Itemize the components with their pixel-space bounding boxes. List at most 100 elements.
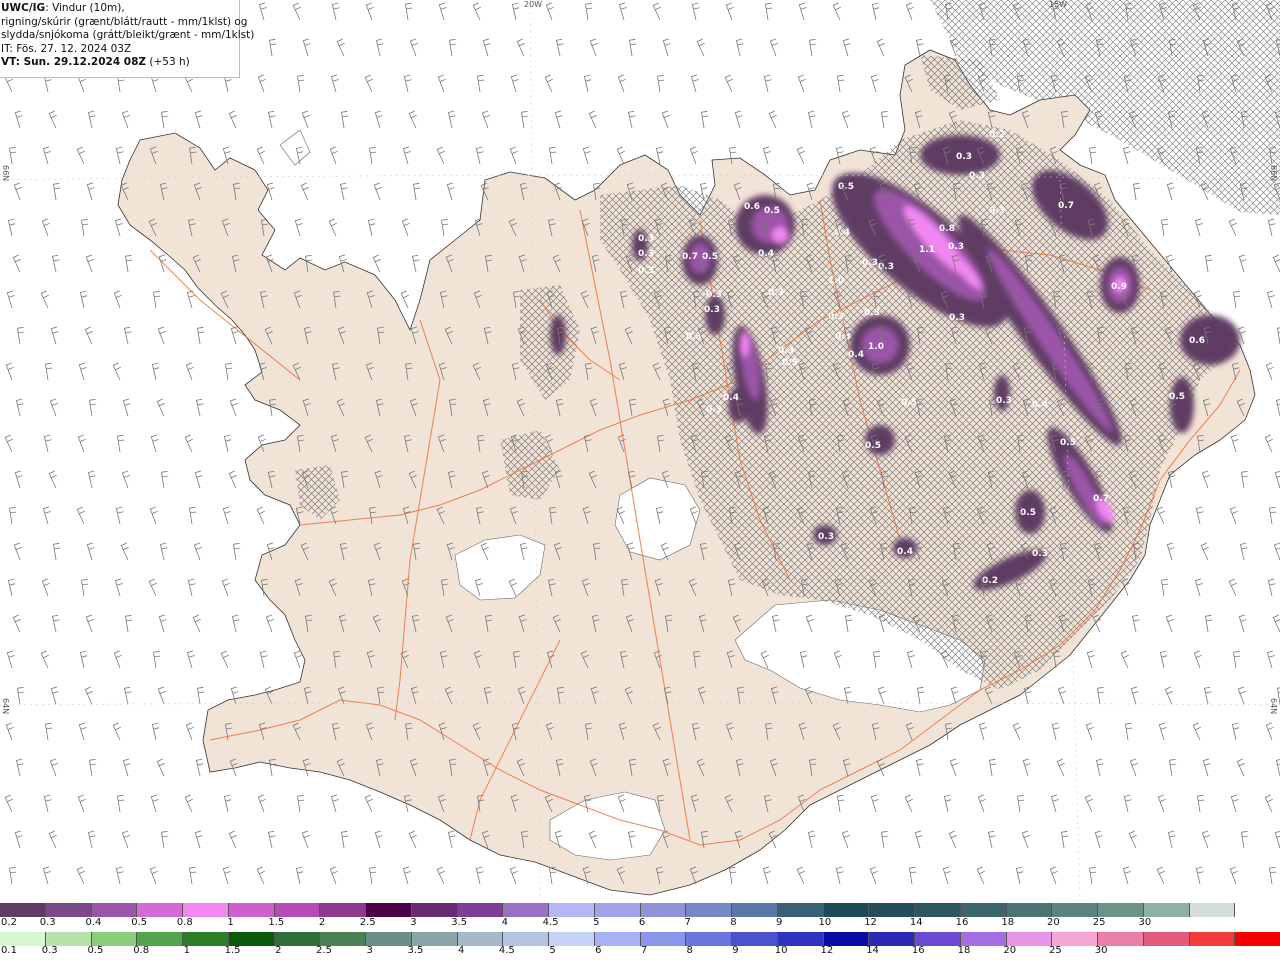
rain-swatch: [366, 932, 412, 946]
rain-label: 0.3: [41, 945, 58, 956]
snow-value-label: 1.0: [868, 342, 884, 352]
snow-value-label: 0.3: [1032, 549, 1048, 559]
snow-value-label: 0.6: [1189, 336, 1205, 346]
snow-swatch: [549, 903, 595, 917]
lat-label-66n-right: 66N: [1269, 165, 1278, 182]
rain-label: 8: [686, 945, 693, 956]
snow-value-label: 0.4: [758, 249, 774, 259]
snow-value-label: 0.6: [744, 202, 760, 212]
snow-value-label: 0.2: [989, 130, 1005, 140]
header-line3: slydda/snjókoma (grátt/bleikt/grænt - mm…: [1, 29, 255, 41]
snow-value-label: 0.4: [834, 228, 850, 238]
snow-swatch: [915, 903, 961, 917]
snow-value-label: 1.1: [919, 245, 935, 255]
snow-label: 6: [638, 917, 646, 928]
rain-label: 25: [1049, 945, 1062, 956]
snow-swatch: [503, 903, 549, 917]
snow-swatch: [411, 903, 458, 917]
snow-label: 25: [1092, 917, 1106, 928]
snow-label: 0.5: [131, 917, 148, 928]
init-time: IT: Fös. 27. 12. 2024 03Z: [1, 42, 132, 55]
snow-value-label: 0.3: [864, 308, 880, 318]
lat-label-66n-left: 66N: [1, 165, 10, 182]
rain-swatch: [594, 932, 641, 946]
snow-value-label: 0.3: [949, 313, 965, 323]
snow-value-label: 0.3: [706, 405, 722, 415]
snow-label: 10: [818, 917, 832, 928]
rain-swatch: [1098, 932, 1144, 946]
lon-label-15w: 15W: [1049, 0, 1068, 9]
rain-label: 7: [640, 945, 648, 956]
rain-swatch: [869, 932, 915, 946]
rain-swatch: [1235, 932, 1280, 946]
snow-value-label: 0.7: [1093, 494, 1109, 504]
rain-swatch: [777, 932, 824, 946]
lat-label-64n-right: 64N: [1269, 698, 1278, 715]
snow-label: 7: [684, 917, 691, 928]
snow-value-label: 0.5: [782, 358, 798, 368]
snow-value-label: 0.3: [706, 290, 722, 300]
rain-label: 3.5: [407, 945, 424, 956]
snow-value-label: 0.9: [1111, 282, 1127, 292]
rain-label: 2: [275, 945, 282, 956]
snow-value-label: 0.3: [704, 305, 720, 315]
forecast-hour: (+53 h): [146, 56, 190, 68]
map-header: UWC/IG: Vindur (10m), rigning/skúrir (gr…: [0, 0, 255, 78]
snow-value-label: 0.3: [862, 258, 878, 268]
rain-swatch: [1143, 932, 1190, 946]
snow-value-label: 0.4: [848, 350, 864, 360]
snow-swatch: [777, 903, 824, 917]
rain-swatch: [1052, 932, 1098, 946]
rain-label: 10: [774, 945, 788, 956]
header-line1: : Vindur (10m),: [45, 2, 125, 14]
snow-swatch: [869, 903, 915, 917]
snow-label: 4: [501, 917, 509, 928]
snow-color-scale: [0, 903, 1280, 917]
rain-swatch: [457, 932, 504, 946]
snow-swatch: [1098, 903, 1144, 917]
snow-swatch: [686, 903, 732, 917]
rain-color-scale: [0, 932, 1280, 946]
snow-label: 2: [318, 917, 326, 928]
snow-value-label: 0.3: [778, 346, 794, 356]
snow-value-label: 0.3: [948, 242, 964, 252]
rain-swatch: [411, 932, 458, 946]
snow-value-label: 0.7: [682, 252, 698, 262]
snow-value-label: 0.3: [996, 396, 1012, 406]
rain-label: 14: [866, 945, 879, 956]
rain-swatch: [274, 932, 321, 946]
snow-label: 20: [1047, 917, 1060, 928]
snow-value-label: 0.3: [835, 332, 851, 342]
snow-swatch: [320, 903, 366, 917]
rain-label: 6: [595, 945, 602, 956]
rain-label: 1: [183, 945, 191, 956]
lat-label-64n-left: 64N: [1, 698, 10, 715]
snow-swatch: [91, 903, 138, 917]
rain-swatch: [549, 932, 595, 946]
snow-swatch: [1143, 903, 1190, 917]
rain-swatch: [137, 932, 183, 946]
rain-label: 0.5: [87, 945, 104, 956]
snow-label: 4.5: [542, 917, 559, 928]
rain-label: 4: [457, 945, 465, 956]
rain-label: 3: [366, 945, 373, 956]
snow-value-label: 0.5: [901, 398, 917, 408]
rain-label: 5: [549, 945, 556, 956]
snow-value-label: 0.3: [638, 249, 654, 259]
snow-value-label: 0.5: [764, 206, 780, 216]
snow-swatch: [366, 903, 412, 917]
snow-value-label: 0.3: [768, 288, 784, 298]
snow-swatch: [137, 903, 183, 917]
snow-value-label: 0.3: [638, 266, 654, 276]
snow-swatch: [960, 903, 1007, 917]
snow-label: 14: [909, 917, 923, 928]
weather-map[interactable]: 0.3 0.3 0.3 0.7 0.5 0.6 0.5 0.4 0.3 0.3 0.3 0.3 0.4 0…: [0, 0, 1280, 902]
snow-label: 9: [775, 917, 783, 928]
model-name: UWC/IG: [1, 2, 46, 14]
snow-value-label: 0.5: [1020, 508, 1036, 518]
snow-value-label: 0.4: [1032, 400, 1048, 410]
snow-swatch: [1189, 903, 1236, 917]
rain-label: 30: [1094, 945, 1108, 956]
snow-label: 2.5: [359, 917, 376, 928]
snow-value-label: 0.5: [1169, 392, 1185, 402]
